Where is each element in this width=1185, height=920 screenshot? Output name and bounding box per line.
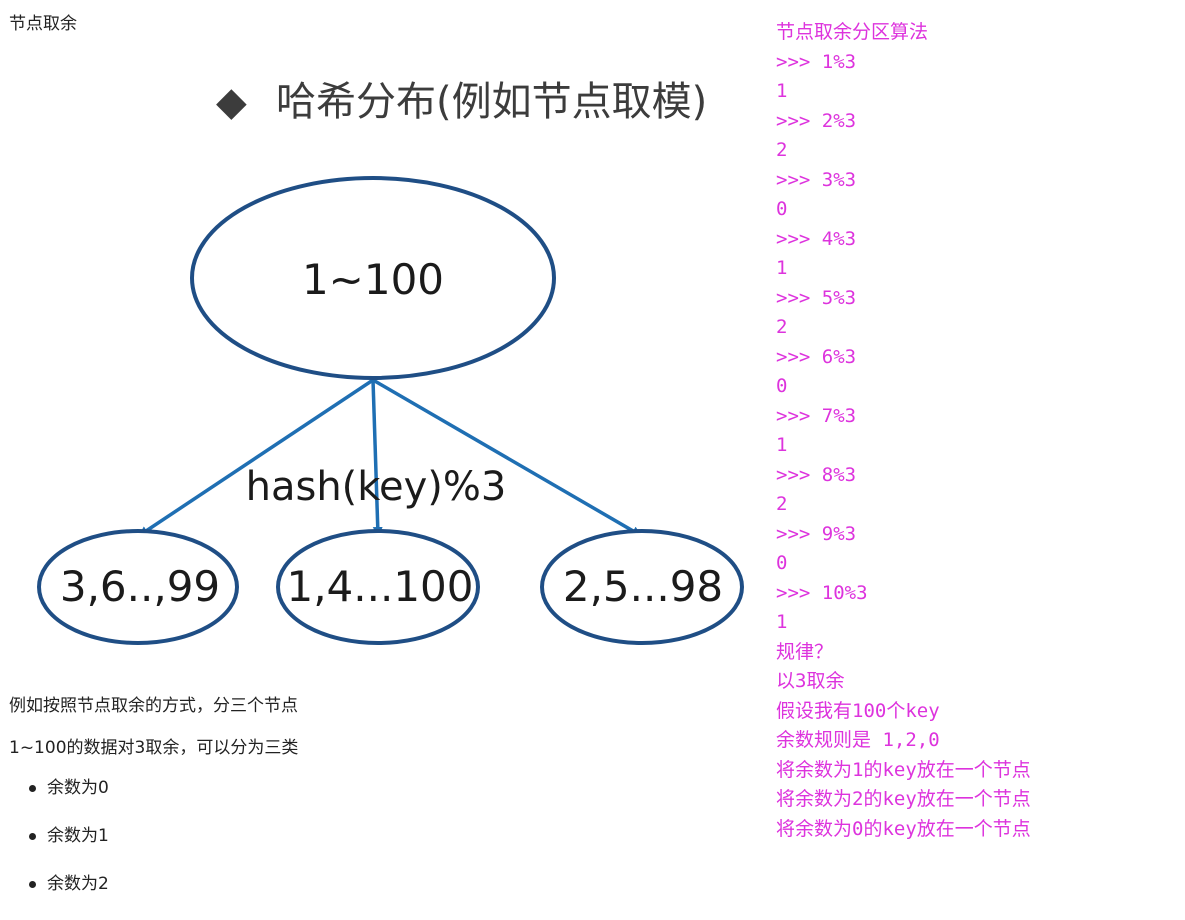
bullet-icon [29,785,36,792]
code-line: 0 [776,552,788,574]
code-line: >>> 10%3 [776,581,868,604]
list-item: 余数为2 [0,872,109,920]
code-line: 将余数为2的key放在一个节点 [776,788,1031,810]
code-line: 以3取余 [776,670,845,692]
hash-distribution-figure: ◆ 哈希分布(例如节点取模) 1~100 hash(key)%3 3,6..,9… [0,50,775,660]
code-line: 将余数为1的key放在一个节点 [776,758,1031,781]
list-item: 余数为1 [0,824,109,872]
code-line: 节点取余分区算法 [776,21,929,43]
code-line: >>> 4%3 [776,227,857,250]
bullet-icon [29,881,36,888]
bullet-icon [29,833,36,840]
code-line: 余数规则是 1,2,0 [776,729,940,751]
list-item-text: 余数为1 [47,826,109,846]
code-line: >>> 1%3 [776,50,857,73]
code-line: >>> 8%3 [776,463,857,486]
child-node-label: 3,6..,99 [60,562,220,611]
code-line: 1 [776,434,788,456]
code-line: 将余数为0的key放在一个节点 [776,817,1031,840]
code-line: 假设我有100个key [776,699,940,722]
code-line: >>> 5%3 [776,286,857,309]
code-line: >>> 2%3 [776,109,857,132]
code-line: 0 [776,375,788,397]
hash-distribution-diagram: ◆ 哈希分布(例如节点取模) 1~100 hash(key)%3 3,6..,9… [37,79,744,645]
code-console-output: 节点取余分区算法 >>> 1%3 1 >>> 2%3 2 >>> 3%3 0 >… [776,18,1176,844]
root-node-label: 1~100 [302,255,444,304]
description-paragraph: 例如按照节点取余的方式，分三个节点 [9,696,298,716]
code-line: >>> 9%3 [776,522,857,545]
arrow-to-left-node [138,378,374,537]
child-node-label: 2,5...98 [563,562,723,611]
list-item-text: 余数为0 [47,778,109,798]
code-line: >>> 6%3 [776,345,857,368]
description-paragraph: 1~100的数据对3取余，可以分为三类 [9,738,299,758]
code-line: 2 [776,493,788,515]
remainder-list: 余数为0 余数为1 余数为2 [0,776,109,920]
code-line: >>> 3%3 [776,168,857,191]
code-line: 1 [776,611,788,633]
child-node-label: 1,4...100 [286,562,473,611]
arrow-to-center-node [371,379,383,537]
page-heading: 节点取余 [9,14,77,34]
code-line: 1 [776,257,788,279]
code-line: 0 [776,198,788,220]
code-line: 规律？ [776,640,834,663]
arrow-to-right-node [372,378,642,537]
code-line: 2 [776,316,788,338]
code-line: 2 [776,139,788,161]
hash-formula-label: hash(key)%3 [246,464,507,510]
slide-title: 哈希分布(例如节点取模) [276,79,707,125]
code-line: >>> 7%3 [776,404,857,427]
code-line: 1 [776,80,788,102]
diamond-icon: ◆ [216,79,247,125]
list-item: 余数为0 [0,776,109,824]
list-item-text: 余数为2 [47,874,109,894]
